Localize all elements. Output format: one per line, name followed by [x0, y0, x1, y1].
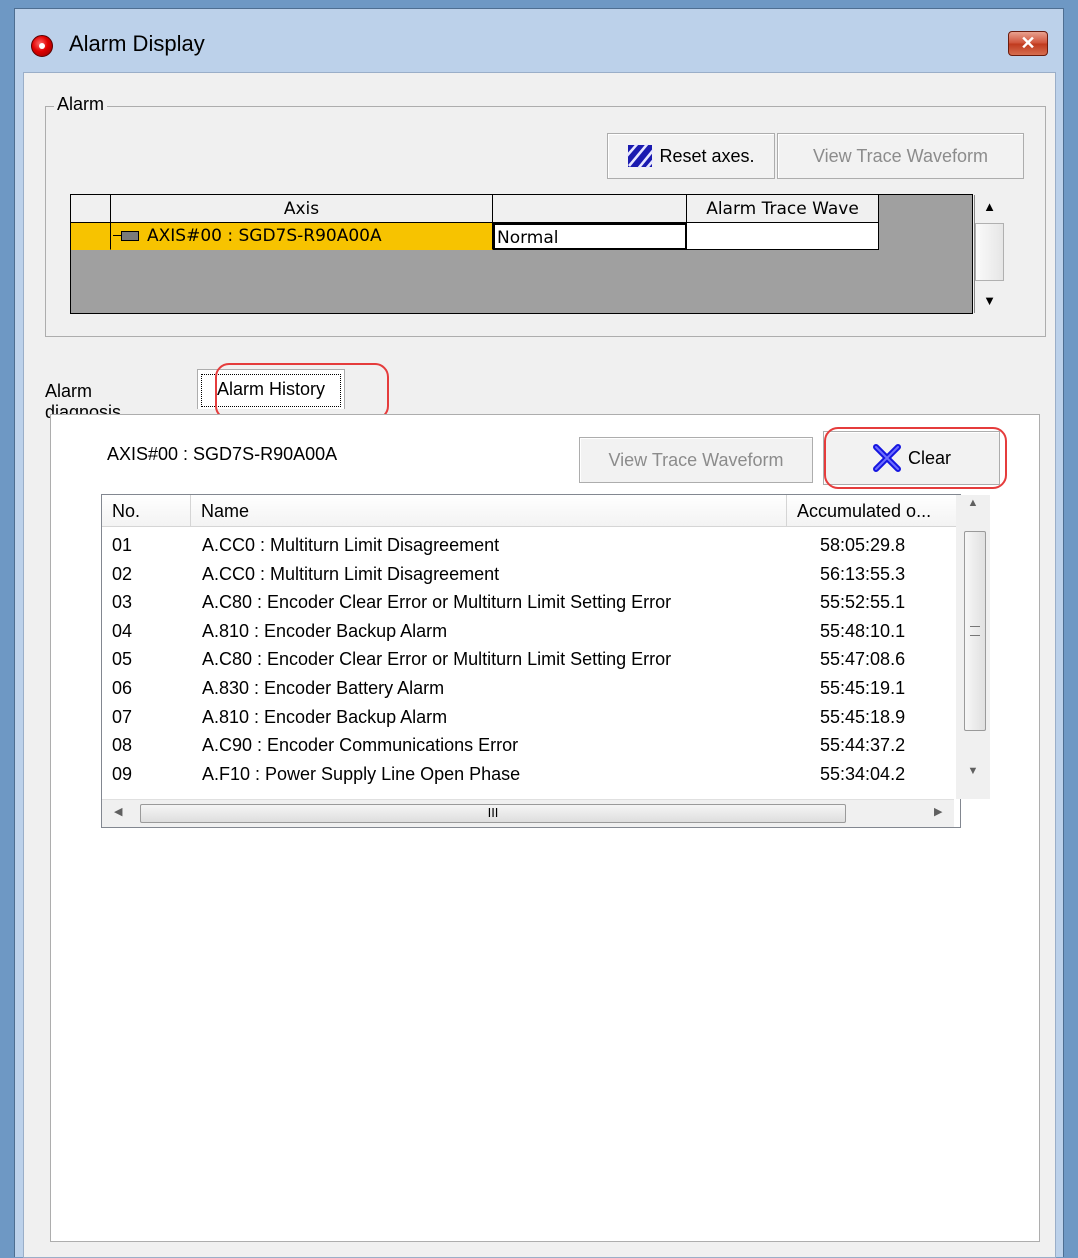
grid-cell-axis[interactable]: AXIS#00 : SGD7S-R90A00A	[111, 223, 493, 250]
axes-grid: Axis Alarm Trace Wave AXIS#00 : SGD7S-R9…	[70, 194, 973, 314]
alarm-accumulated-time: 56:13:55.3	[820, 563, 906, 584]
alarm-name: A.CC0 : Multiturn Limit Disagreement	[202, 535, 500, 555]
list-item[interactable]: 08 A.C90 : Encoder Communications Error 55…	[102, 731, 954, 760]
list-item[interactable]: 06 A.830 : Encoder Battery Alarm 55:45:19.…	[102, 674, 954, 703]
grid-header-axis[interactable]: Axis	[111, 195, 493, 223]
alarm-lamp-icon	[31, 35, 53, 57]
list-item[interactable]: 05 A.C80 : Encoder Clear Error or Multitu…	[102, 645, 954, 674]
clear-x-icon	[872, 444, 901, 472]
alarm-name: A.810 : Encoder Backup Alarm	[202, 620, 448, 641]
alarm-name: A.C90 : Encoder Communications Error	[202, 735, 519, 756]
alarm-no: 08	[112, 735, 133, 756]
axes-grid-vscroll[interactable]: ▲ ▼	[974, 195, 1004, 313]
alarm-name: A.F10 : Power Supply Line Open Phase	[202, 763, 521, 784]
history-scroll-thumb[interactable]	[964, 531, 986, 731]
reset-hatch-icon	[627, 144, 654, 168]
reset-axes-label: Reset axes.	[659, 145, 755, 166]
alarm-name: A.CC0 : Multiturn Limit Disagreement	[202, 563, 500, 584]
alarm-name: A.810 : Encoder Backup Alarm	[202, 706, 448, 727]
grid-header-select	[71, 195, 111, 223]
list-header-accumulated[interactable]: Accumulated o...	[787, 495, 957, 527]
alarm-no: 05	[112, 649, 133, 670]
alarm-no: 01	[112, 535, 133, 555]
grid-cell-trace[interactable]	[687, 223, 879, 250]
list-item[interactable]: 02 A.CC0 : Multiturn Limit Disagreement 56…	[102, 560, 954, 589]
alarm-name: A.830 : Encoder Battery Alarm	[202, 678, 445, 698]
axis-name: AXIS#00 : SGD7S-R90A00A	[147, 226, 382, 246]
grid-row-selector[interactable]	[71, 223, 111, 250]
grid-header-status[interactable]	[493, 195, 687, 223]
grip-icon: III	[487, 805, 499, 820]
grip-icon	[970, 626, 980, 636]
alarm-accumulated-time: 55:34:04.2	[820, 763, 906, 784]
list-item[interactable]: 07 A.810 : Encoder Backup Alarm 55:45:18.9	[102, 703, 954, 732]
window-title: Alarm Display	[69, 31, 205, 56]
scroll-up-arrow-icon[interactable]: ▲	[956, 497, 990, 509]
alarm-no: 06	[112, 678, 133, 698]
history-list-hscroll[interactable]: ◀ III ▶	[102, 799, 954, 827]
list-item[interactable]: 04 A.810 : Encoder Backup Alarm 55:48:10.1	[102, 617, 954, 646]
alarm-accumulated-time: 55:47:08.6	[820, 649, 906, 670]
scroll-down-arrow-icon[interactable]: ▼	[975, 289, 1004, 313]
grid-cell-status[interactable]: Normal	[493, 223, 687, 250]
scroll-left-arrow-icon[interactable]: ◀	[114, 805, 122, 818]
clear-button[interactable]: Clear	[823, 431, 1000, 485]
alarm-accumulated-time: 55:45:18.9	[820, 706, 906, 727]
alarm-name: A.C80 : Encoder Clear Error or Multiturn…	[202, 592, 672, 613]
grid-header-trace[interactable]: Alarm Trace Wave	[687, 195, 879, 223]
list-item[interactable]: 03 A.C80 : Encoder Clear Error or Multitu…	[102, 588, 954, 617]
reset-axes-button[interactable]: Reset axes.	[607, 133, 775, 179]
title-bar[interactable]: Alarm Display ✕	[15, 9, 1063, 69]
list-item[interactable]: 09 A.F10 : Power Supply Line Open Phase 55…	[102, 760, 954, 789]
history-hscroll-thumb[interactable]: III	[140, 804, 846, 823]
alarm-accumulated-time: 55:45:19.1	[820, 678, 906, 698]
view-trace-waveform-button[interactable]: View Trace Waveform	[777, 133, 1024, 179]
alarm-no: 03	[112, 592, 133, 613]
alarm-accumulated-time: 55:44:37.2	[820, 735, 906, 756]
list-item[interactable]: 01 A.CC0 : Multiturn Limit Disagreement 58…	[102, 531, 954, 560]
history-list-vscroll[interactable]: ▲ ▼	[956, 495, 990, 799]
alarm-no: 04	[112, 620, 133, 641]
scroll-down-arrow-icon[interactable]: ▼	[956, 765, 990, 777]
alarm-group-label: Alarm	[54, 94, 108, 115]
alarm-no: 07	[112, 706, 133, 727]
tree-connector-icon	[113, 230, 141, 242]
list-header-name[interactable]: Name	[191, 495, 787, 527]
alarm-accumulated-time: 55:52:55.1	[820, 592, 906, 613]
close-button[interactable]: ✕	[1008, 31, 1048, 56]
tab-alarm-history-label: Alarm History	[201, 374, 341, 407]
alarm-accumulated-time: 58:05:29.8	[820, 535, 906, 555]
alarm-no: 09	[112, 763, 133, 784]
alarm-history-list: No. Name Accumulated o... 01 A.CC0 : Mult…	[101, 494, 990, 828]
history-view-trace-button[interactable]: View Trace Waveform	[579, 437, 813, 483]
alarm-accumulated-time: 55:48:10.1	[820, 620, 906, 641]
alarm-history-panel: AXIS#00 : SGD7S-R90A00A View Trace Wavef…	[50, 414, 1040, 1242]
history-axis-label: AXIS#00 : SGD7S-R90A00A	[107, 444, 338, 464]
alarm-display-window: Alarm Display ✕ Alarm Reset axes. View T…	[14, 8, 1064, 1258]
clear-label: Clear	[907, 447, 951, 468]
alarm-no: 02	[112, 563, 133, 584]
list-header-no[interactable]: No.	[102, 495, 191, 527]
axes-scroll-thumb[interactable]	[975, 223, 1004, 281]
alarm-name: A.C80 : Encoder Clear Error or Multiturn…	[202, 649, 672, 670]
scroll-up-arrow-icon[interactable]: ▲	[975, 195, 1004, 219]
scroll-right-arrow-icon[interactable]: ▶	[934, 805, 942, 818]
tab-alarm-history[interactable]: Alarm History	[197, 369, 345, 409]
window-client-area: Alarm Reset axes. View Trace Waveform Ax…	[23, 72, 1056, 1258]
